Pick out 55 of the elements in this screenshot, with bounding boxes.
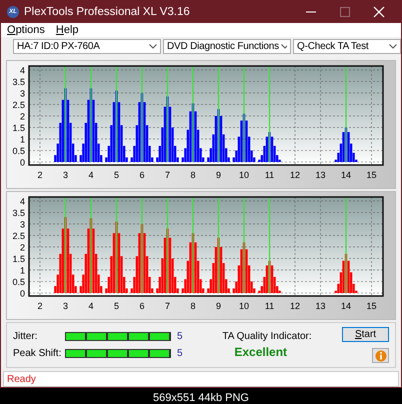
axis-label: 15 — [366, 301, 377, 311]
axis-label: 9 — [216, 301, 221, 311]
axis-label: 0 — [20, 288, 25, 298]
axis-label: 3.5 — [12, 76, 25, 87]
axis-label: 12 — [290, 170, 300, 180]
axis-label: 5 — [114, 301, 119, 311]
axis-label: 0.5 — [12, 277, 25, 287]
axis-label: 11 — [264, 170, 274, 180]
meter-label: Peak Shift: — [13, 348, 62, 359]
axis-label: 0 — [20, 158, 25, 168]
axis-label: 8 — [190, 301, 196, 311]
axis-label: 2.5 — [12, 230, 25, 241]
axis-label: 14 — [341, 301, 352, 311]
quality-value: Excellent — [234, 345, 288, 359]
meter-value: 5 — [177, 348, 183, 359]
axis-label: 7 — [164, 170, 170, 180]
axis-label: 2 — [20, 111, 25, 122]
axis-label: 10 — [239, 170, 249, 180]
axis-label: 3 — [62, 170, 68, 180]
axis-label: 13 — [316, 170, 326, 180]
axis-label: 1.5 — [12, 254, 25, 264]
axis-label: 3.5 — [12, 208, 25, 218]
axis-label: 13 — [316, 301, 326, 311]
meter-label: Jitter: — [13, 331, 38, 342]
axis-label: 4 — [20, 196, 25, 206]
axis-label: 0.5 — [12, 146, 25, 156]
axis-label: 11 — [264, 301, 274, 311]
axis-label: 2 — [37, 301, 42, 311]
quality-label: TA Quality Indicator: — [222, 331, 313, 342]
axis-label: 15 — [366, 170, 377, 180]
axis-label: 5 — [114, 170, 119, 180]
image-caption: 569x551 44kb PNG — [152, 392, 250, 404]
axis-label: 6 — [139, 301, 144, 311]
axis-label: 1.5 — [12, 122, 25, 133]
axis-label: 8 — [190, 170, 196, 180]
axis-label: 2.5 — [12, 100, 25, 110]
axis-label: 3 — [20, 219, 25, 230]
axis-label: 12 — [290, 301, 300, 311]
window-title: PlexTools Professional XL V3.16 — [24, 6, 191, 18]
axis-label: 2 — [37, 170, 42, 180]
meter-value: 5 — [177, 331, 183, 342]
status-text: Ready — [7, 374, 36, 384]
axis-label: 10 — [239, 301, 249, 311]
axis-label: 9 — [216, 170, 221, 180]
axis-label: 3 — [62, 301, 68, 311]
axis-label: 6 — [139, 170, 144, 180]
axis-label: 7 — [164, 301, 170, 311]
axis-label: 1 — [20, 265, 25, 276]
axis-label: 4 — [88, 301, 94, 311]
axis-label: 4 — [20, 65, 25, 76]
axis-label: 3 — [20, 88, 25, 98]
axis-label: 4 — [88, 170, 94, 180]
axis-label: 2 — [20, 242, 25, 252]
axis-label: 14 — [341, 170, 352, 180]
axis-label: 1 — [20, 134, 25, 144]
